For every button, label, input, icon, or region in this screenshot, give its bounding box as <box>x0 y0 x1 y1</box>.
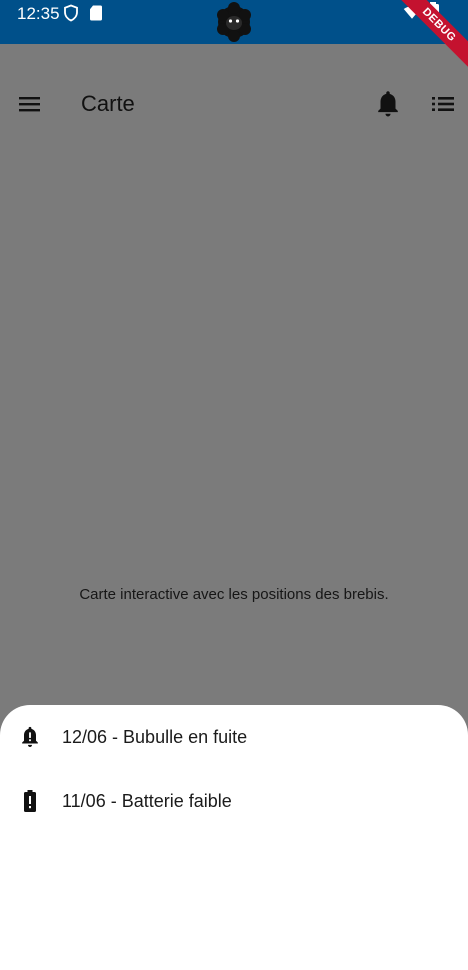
map-placeholder-text: Carte interactive avec les positions des… <box>79 586 389 603</box>
page-title: Carte <box>81 91 135 116</box>
status-time: 12:35 <box>17 4 60 23</box>
list-icon <box>432 97 454 111</box>
status-bar: 12:35 DEBUG <box>0 0 468 74</box>
list-button[interactable] <box>430 91 456 117</box>
menu-icon <box>19 97 40 112</box>
alert-label: 11/06 - Batterie faible <box>62 791 232 811</box>
alerts-bottom-sheet: 12/06 - Bubulle en fuite 11/06 - Batteri… <box>0 705 468 970</box>
alert-list-item[interactable]: 12/06 - Bubulle en fuite <box>0 705 468 769</box>
alert-list-item[interactable]: 11/06 - Batterie faible <box>0 769 468 833</box>
shield-icon <box>64 4 78 22</box>
alerts-button[interactable] <box>374 89 402 119</box>
menu-button[interactable] <box>14 88 46 120</box>
bell-alert-icon <box>22 726 38 747</box>
battery-alert-icon <box>24 790 36 812</box>
app-bar: Carte <box>0 44 468 164</box>
alert-label: 12/06 - Bubulle en fuite <box>62 727 248 747</box>
sd-card-icon <box>90 5 102 21</box>
app-logo-icon <box>217 2 251 42</box>
bell-icon <box>378 91 398 117</box>
